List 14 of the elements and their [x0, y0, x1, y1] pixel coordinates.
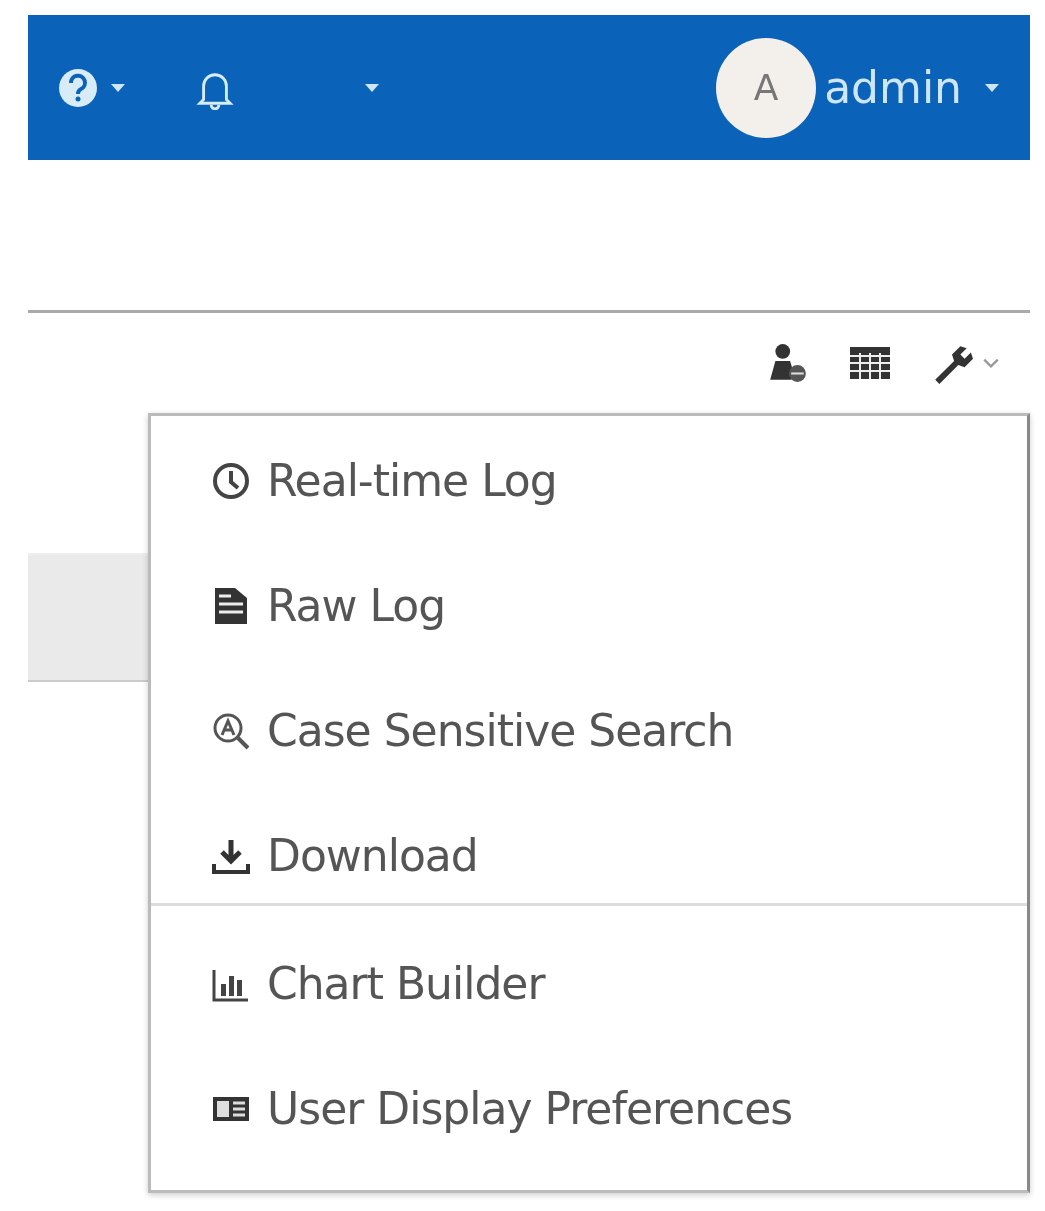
menu-item[interactable]: User Display Preferences	[151, 1046, 1027, 1171]
user-menu-button[interactable]: A admin	[716, 37, 1000, 138]
help-icon	[58, 67, 98, 108]
chevron-icon	[982, 357, 1000, 369]
menu-item[interactable]: Case Sensitive Search	[151, 668, 1027, 793]
caret-icon	[984, 82, 1000, 93]
help-menu-button[interactable]	[58, 67, 126, 108]
menu-item[interactable]: Download	[151, 793, 1027, 918]
clock-icon	[211, 460, 251, 501]
caret-icon	[110, 82, 126, 93]
menu-item[interactable]: Raw Log	[151, 543, 1027, 668]
caret-icon[interactable]	[364, 82, 380, 93]
menu-item[interactable]: Real-time Log	[151, 418, 1027, 543]
menu-item[interactable]: Chart Builder	[151, 921, 1027, 1046]
